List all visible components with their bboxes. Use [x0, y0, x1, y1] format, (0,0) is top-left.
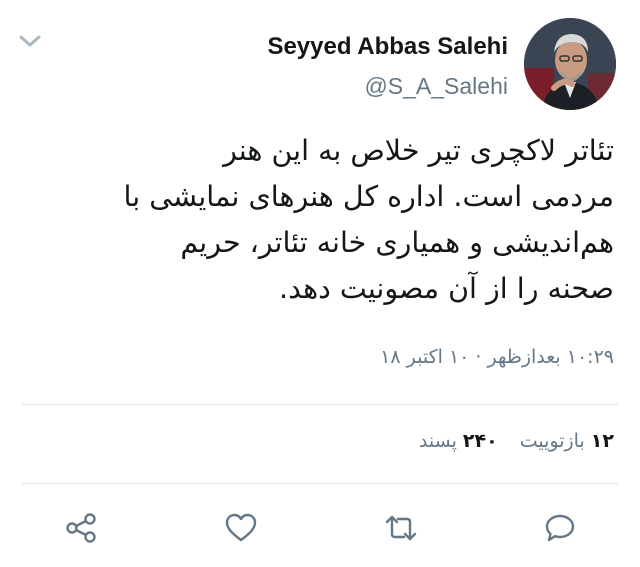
tweet-line: مردمی است. اداره کل هنرهای نمایشی با: [123, 180, 614, 213]
retweet-stat[interactable]: ۱۲ بازتوییت: [520, 430, 614, 452]
retweet-count: ۱۲: [590, 430, 614, 452]
tweet-line: تئاتر لاکچری تیر خلاص به این هنر: [223, 134, 614, 167]
like-stat[interactable]: ۲۴۰ پسند: [419, 430, 498, 452]
like-count: ۲۴۰: [462, 430, 498, 452]
tweet-text: تئاتر لاکچری تیر خلاص به این هنر مردمی ا…: [30, 128, 614, 312]
tweet-timestamp[interactable]: ۱۰:۲۹ بعدازظهر · ۱۰ اکتبر ۱۸: [380, 346, 614, 368]
divider: [22, 404, 618, 405]
display-name[interactable]: Seyyed Abbas Salehi: [267, 33, 508, 61]
retweet-label: بازتوییت: [519, 430, 585, 452]
retweet-icon[interactable]: [383, 510, 419, 546]
tweet-line: هم‌اندیشی و همیاری خانه تئاتر، حریم: [180, 226, 614, 259]
like-label: پسند: [418, 430, 457, 452]
share-icon[interactable]: [63, 510, 99, 546]
divider: [22, 483, 618, 484]
reply-icon[interactable]: [542, 510, 578, 546]
user-handle[interactable]: @S_A_Salehi: [364, 73, 508, 100]
tweet-line: صحنه را از آن مصونیت دهد.: [279, 272, 614, 305]
chevron-down-icon[interactable]: [16, 30, 44, 52]
like-icon[interactable]: [223, 510, 259, 546]
engagement-stats: ۱۲ بازتوییت ۲۴۰ پسند: [419, 430, 614, 452]
avatar[interactable]: [524, 18, 616, 110]
